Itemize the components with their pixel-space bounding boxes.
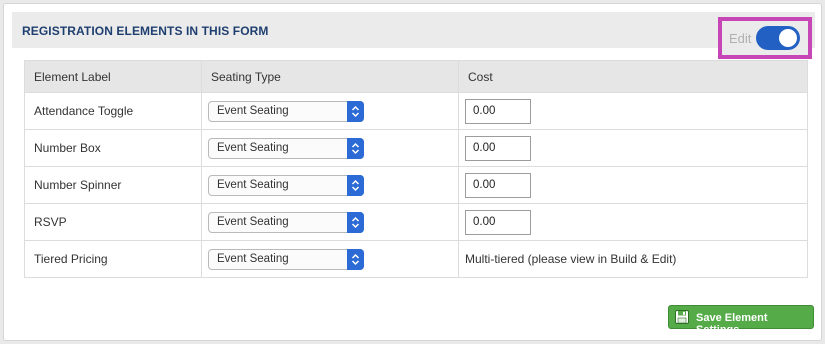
element-label-cell: Number Spinner — [24, 166, 202, 204]
seating-type-cell: Event Seating — [201, 129, 459, 167]
table-row: Attendance Toggle Event Seating — [24, 92, 808, 130]
seating-type-cell: Event Seating — [201, 166, 459, 204]
chevron-updown-icon — [347, 174, 364, 196]
element-label-cell: Number Box — [24, 129, 202, 167]
cost-cell: Multi-tiered (please view in Build & Edi… — [458, 240, 808, 278]
chevron-updown-icon — [347, 137, 364, 159]
seating-type-value: Event Seating — [217, 104, 289, 117]
seating-type-value: Event Seating — [217, 141, 289, 154]
edit-toggle[interactable] — [756, 26, 800, 50]
cost-note: Multi-tiered (please view in Build & Edi… — [465, 252, 677, 266]
cost-cell — [458, 203, 808, 241]
column-header-element-label: Element Label — [24, 60, 202, 93]
toggle-knob — [779, 29, 797, 47]
chevron-updown-icon — [347, 248, 364, 270]
seating-type-value: Event Seating — [217, 215, 289, 228]
seating-type-cell: Event Seating — [201, 92, 459, 130]
cost-input[interactable] — [465, 172, 531, 198]
elements-table: Element Label Seating Type Cost Attendan… — [24, 60, 808, 278]
seating-type-select[interactable]: Event Seating — [208, 137, 364, 159]
floppy-disk-icon — [675, 310, 689, 324]
seating-type-value: Event Seating — [217, 178, 289, 191]
edit-toggle-highlight: Edit — [718, 17, 812, 59]
seating-type-value: Event Seating — [217, 252, 289, 265]
cost-cell — [458, 92, 808, 130]
seating-type-select[interactable]: Event Seating — [208, 174, 364, 196]
seating-type-cell: Event Seating — [201, 203, 459, 241]
table-row: Number Box Event Seating — [24, 129, 808, 167]
table-row: Tiered Pricing Event Seating Multi-tiered … — [24, 240, 808, 278]
element-label-cell: Tiered Pricing — [24, 240, 202, 278]
cost-cell — [458, 129, 808, 167]
element-label-cell: Attendance Toggle — [24, 92, 202, 130]
cost-input[interactable] — [465, 209, 531, 235]
chevron-updown-icon — [347, 211, 364, 233]
cost-cell — [458, 166, 808, 204]
element-label-cell: RSVP — [24, 203, 202, 241]
save-button-label: Save Element Settings — [696, 312, 768, 336]
seating-type-select[interactable]: Event Seating — [208, 100, 364, 122]
table-row: Number Spinner Event Seating — [24, 166, 808, 204]
column-header-seating-type: Seating Type — [201, 60, 459, 93]
registration-elements-panel: REGISTRATION ELEMENTS IN THIS FORM Edit … — [3, 3, 822, 341]
seating-type-cell: Event Seating — [201, 240, 459, 278]
panel-header: REGISTRATION ELEMENTS IN THIS FORM Edit — [12, 12, 815, 59]
table-row: RSVP Event Seating — [24, 203, 808, 241]
cost-input[interactable] — [465, 135, 531, 161]
seating-type-select[interactable]: Event Seating — [208, 248, 364, 270]
table-header-row: Element Label Seating Type Cost — [24, 60, 808, 93]
panel-title: REGISTRATION ELEMENTS IN THIS FORM — [22, 24, 269, 38]
chevron-updown-icon — [347, 100, 364, 122]
seating-type-select[interactable]: Event Seating — [208, 211, 364, 233]
save-element-settings-button[interactable]: Save Element Settings — [668, 305, 814, 336]
column-header-cost: Cost — [458, 60, 808, 93]
edit-label: Edit — [729, 31, 752, 46]
cost-input[interactable] — [465, 98, 531, 124]
